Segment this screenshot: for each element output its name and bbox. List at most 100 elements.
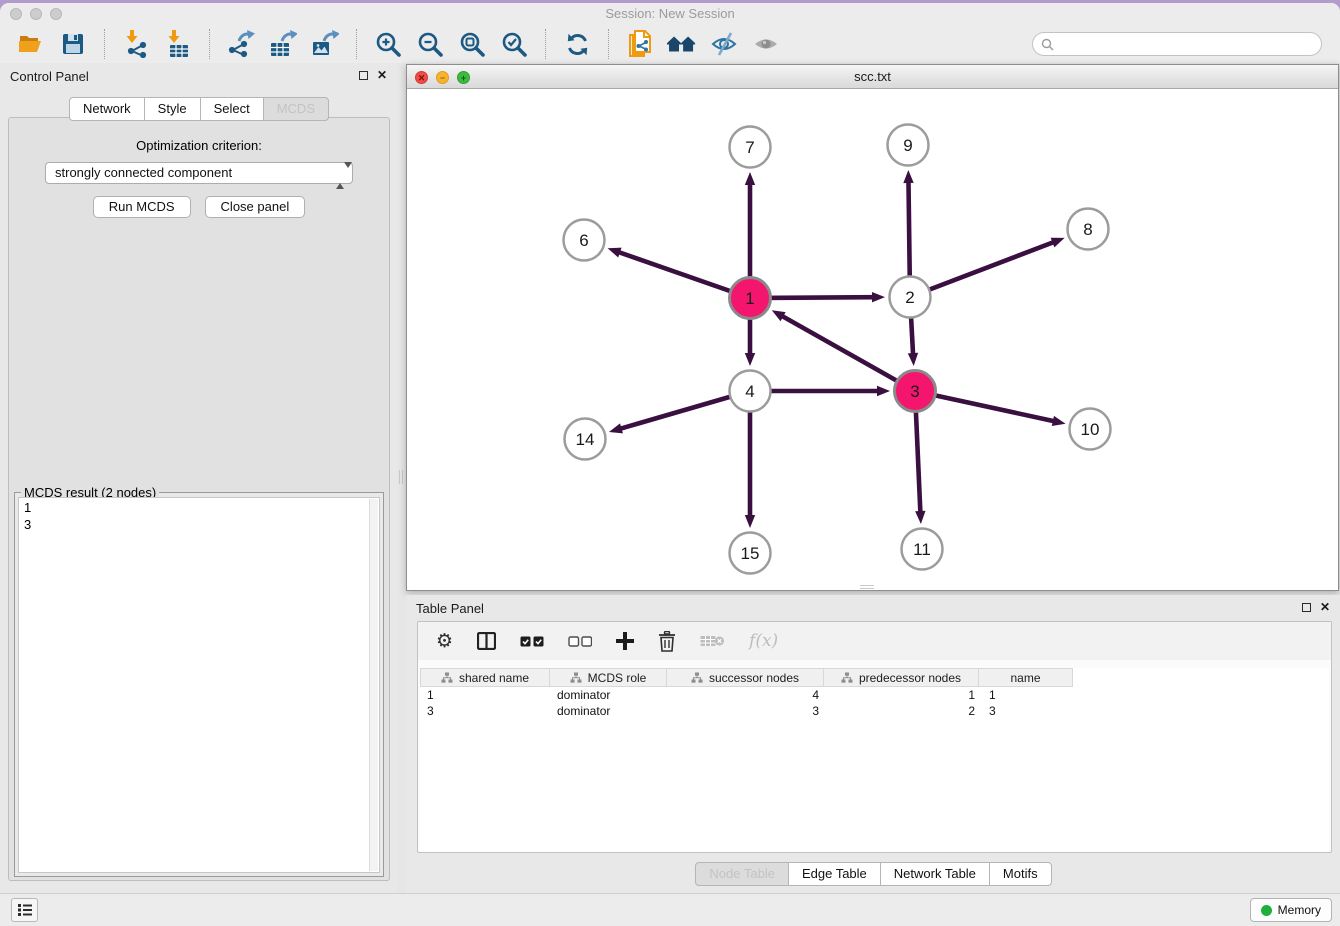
titlebar: Session: New Session <box>0 3 1340 25</box>
application-window: Session: New Session <box>0 3 1340 926</box>
export-image-icon[interactable] <box>310 28 340 60</box>
tab-select[interactable]: Select <box>200 97 264 121</box>
main-toolbar <box>0 25 1340 63</box>
network-close-icon[interactable]: ✕ <box>415 71 428 84</box>
close-table-panel-icon[interactable]: ✕ <box>1320 602 1330 612</box>
tab-node-table[interactable]: Node Table <box>695 862 789 886</box>
mcds-result-text[interactable]: 1 3 <box>18 497 380 873</box>
hierarchy-icon <box>570 672 582 684</box>
tab-network-table[interactable]: Network Table <box>880 862 990 886</box>
graph-edge-2-8[interactable] <box>910 242 1054 297</box>
hierarchy-icon <box>691 672 703 684</box>
duplicate-network-icon[interactable] <box>625 28 655 60</box>
graph-edge-arrowhead <box>1052 416 1066 426</box>
close-window-icon[interactable] <box>10 8 22 20</box>
float-panel-icon[interactable] <box>359 71 368 80</box>
open-folder-icon[interactable] <box>16 28 46 60</box>
horizontal-splitter-grip[interactable] <box>860 585 874 589</box>
column-header-name[interactable]: name <box>978 668 1073 687</box>
toolbar-separator <box>545 29 546 59</box>
search-input[interactable] <box>1059 37 1313 51</box>
import-network-icon[interactable] <box>121 28 151 60</box>
tab-network[interactable]: Network <box>69 97 145 121</box>
zoom-window-icon[interactable] <box>50 8 62 20</box>
graph-edge-arrowhead <box>872 292 885 302</box>
houses-icon[interactable] <box>667 28 697 60</box>
network-canvas[interactable]: 7968124314101511 <box>407 90 1338 590</box>
close-panel-icon[interactable]: ✕ <box>377 70 387 80</box>
column-header-successor-nodes[interactable]: successor nodes <box>666 668 824 687</box>
import-table-icon[interactable] <box>163 28 193 60</box>
table-cell[interactable]: 1 <box>420 687 550 703</box>
split-columns-icon[interactable] <box>477 632 496 650</box>
table-cell[interactable]: 1 <box>982 687 1077 703</box>
table-cell[interactable]: 3 <box>982 703 1077 719</box>
mcds-tab-content: Optimization criterion: strongly connect… <box>8 117 390 881</box>
graph-edge-arrowhead <box>608 248 622 258</box>
check-all-icon[interactable] <box>520 636 544 647</box>
memory-status-icon <box>1261 905 1272 916</box>
save-icon[interactable] <box>58 28 88 60</box>
zoom-in-icon[interactable] <box>373 28 403 60</box>
graph-edge-3-1[interactable] <box>781 316 915 391</box>
close-panel-button[interactable]: Close panel <box>205 196 306 218</box>
vertical-splitter-grip[interactable] <box>399 470 403 484</box>
gear-icon[interactable]: ⚙ <box>436 632 453 651</box>
zoom-out-icon[interactable] <box>415 28 445 60</box>
tab-mcds[interactable]: MCDS <box>263 97 329 121</box>
refresh-icon[interactable] <box>562 28 592 60</box>
table-cell[interactable]: 3 <box>420 703 550 719</box>
trash-icon[interactable] <box>658 631 676 652</box>
table-row: 1dominator411 <box>420 687 1329 703</box>
hierarchy-icon <box>441 672 453 684</box>
search-box[interactable] <box>1032 32 1322 56</box>
column-header-predecessor-nodes[interactable]: predecessor nodes <box>823 668 979 687</box>
column-header-MCDS-role[interactable]: MCDS role <box>549 668 667 687</box>
graph-edge-arrowhead <box>745 172 755 185</box>
table-toolbar: ⚙ <box>418 622 1331 660</box>
memory-button[interactable]: Memory <box>1250 898 1332 922</box>
table-cell[interactable]: 3 <box>668 703 826 719</box>
task-history-button[interactable] <box>11 898 38 922</box>
float-table-panel-icon[interactable] <box>1302 603 1311 612</box>
graph-node-label-14: 14 <box>576 430 595 449</box>
table-panel-body: ⚙ <box>417 621 1332 853</box>
main-area: Control Panel ✕ NetworkStyleSelectMCDS O… <box>0 63 1340 893</box>
graph-node-label-6: 6 <box>579 231 588 250</box>
table-cell[interactable]: dominator <box>550 703 668 719</box>
tab-edge-table[interactable]: Edge Table <box>788 862 881 886</box>
graph-node-label-2: 2 <box>905 288 914 307</box>
add-icon[interactable] <box>616 632 634 650</box>
graph-edge-arrowhead <box>903 170 913 183</box>
result-scrollbar[interactable] <box>369 499 378 871</box>
table-cell[interactable]: dominator <box>550 687 668 703</box>
toolbar-separator <box>608 29 609 59</box>
eye-disabled-icon[interactable] <box>751 28 781 60</box>
network-zoom-icon[interactable]: + <box>457 71 470 84</box>
uncheck-all-icon[interactable] <box>568 636 592 647</box>
minimize-window-icon[interactable] <box>30 8 42 20</box>
table-body: 1dominator4113dominator323 <box>420 687 1329 719</box>
graph-node-label-7: 7 <box>745 138 754 157</box>
network-graph: 7968124314101511 <box>407 90 1338 590</box>
graph-node-label-4: 4 <box>745 382 754 401</box>
table-cell[interactable]: 4 <box>668 687 826 703</box>
zoom-fit-icon[interactable] <box>457 28 487 60</box>
network-minimize-icon[interactable]: − <box>436 71 449 84</box>
run-mcds-button[interactable]: Run MCDS <box>93 196 191 218</box>
export-network-icon[interactable] <box>226 28 256 60</box>
network-window-titlebar[interactable]: ✕ − + scc.txt <box>407 65 1338 89</box>
graph-node-label-11: 11 <box>913 540 931 559</box>
criterion-selected-value: strongly connected component <box>55 165 232 180</box>
eye-slash-icon[interactable] <box>709 28 739 60</box>
criterion-select[interactable]: strongly connected component <box>45 162 353 184</box>
column-header-shared-name[interactable]: shared name <box>420 668 550 687</box>
export-table-icon[interactable] <box>268 28 298 60</box>
zoom-selected-icon[interactable] <box>499 28 529 60</box>
table-cell[interactable]: 1 <box>826 687 982 703</box>
hierarchy-icon <box>841 672 853 684</box>
table-header-row: shared nameMCDS rolesuccessor nodesprede… <box>420 668 1329 687</box>
tab-style[interactable]: Style <box>144 97 201 121</box>
table-cell[interactable]: 2 <box>826 703 982 719</box>
tab-motifs[interactable]: Motifs <box>989 862 1052 886</box>
